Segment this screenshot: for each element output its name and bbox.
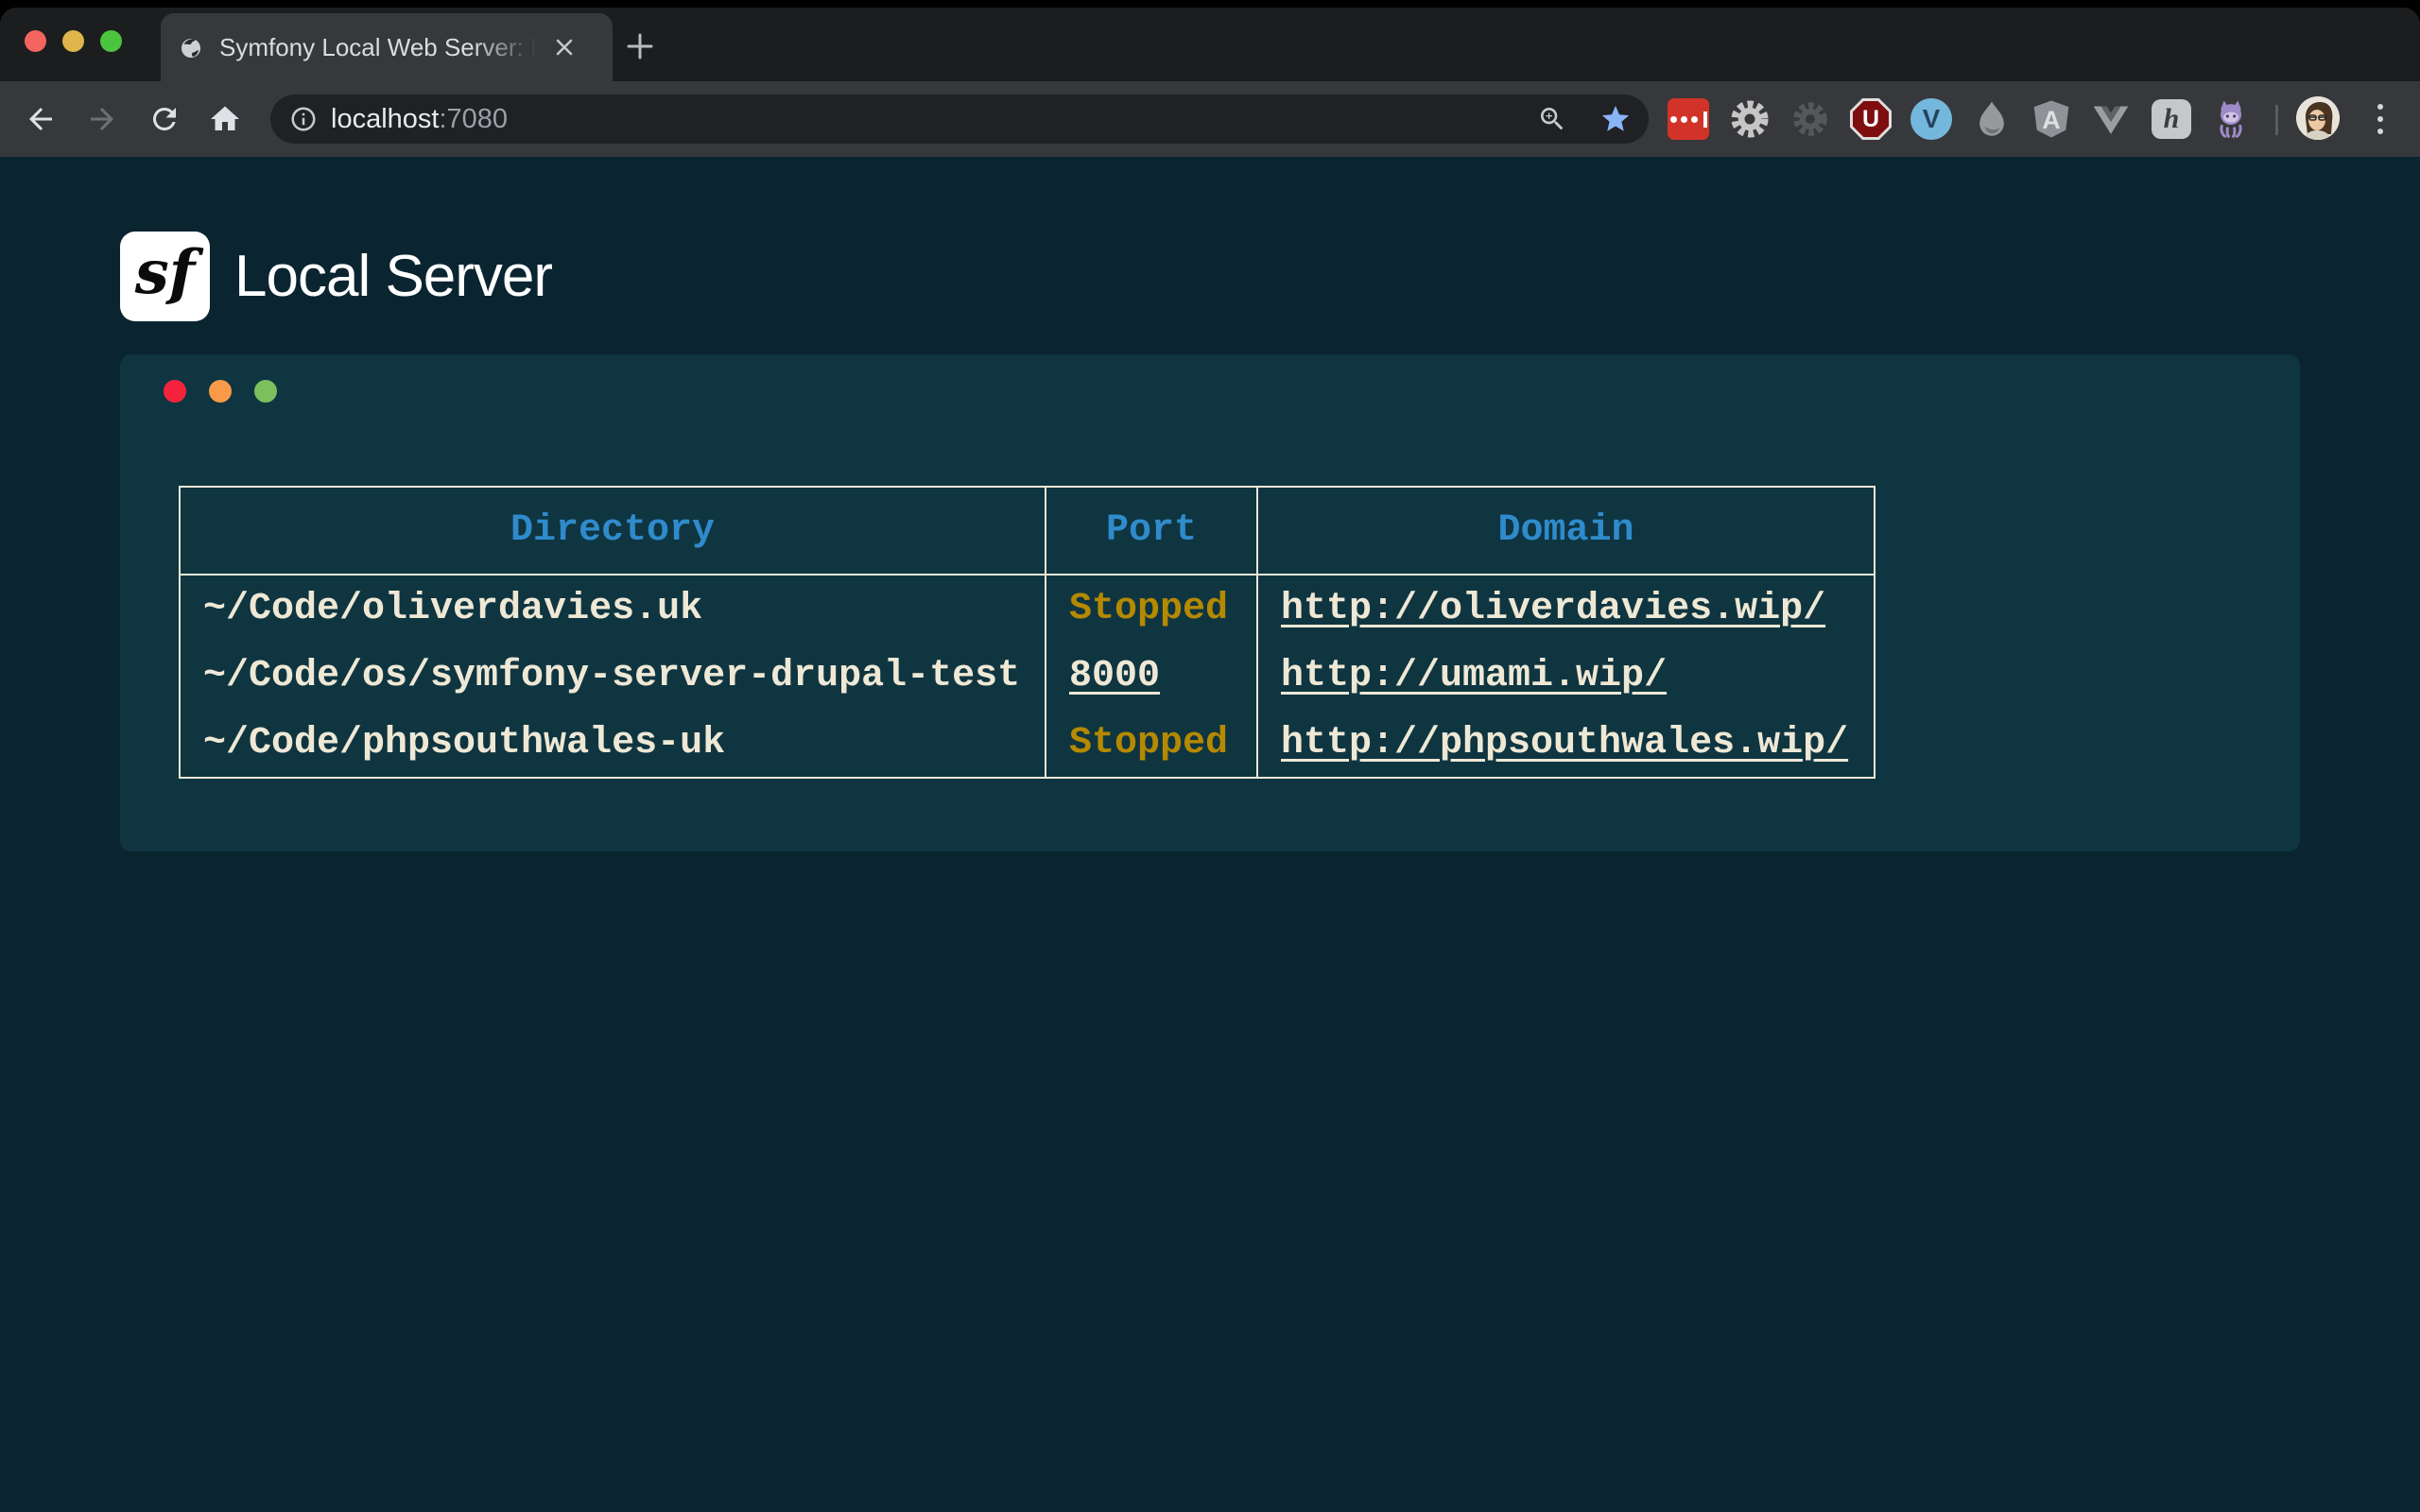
home-icon[interactable]	[208, 102, 242, 136]
url-host: localhost	[331, 104, 439, 134]
window-zoom-button[interactable]	[100, 30, 122, 52]
directory-cell: ~/Code/phpsouthwales-uk	[180, 710, 1046, 778]
domain-cell: http://phpsouthwales.wip/	[1257, 710, 1875, 778]
address-bar[interactable]: localhost:7080	[270, 94, 1649, 144]
browser-tab-active[interactable]: Symfony Local Web Server: Prox	[161, 13, 613, 81]
domain-link[interactable]: http://phpsouthwales.wip/	[1281, 722, 1848, 765]
symfony-logo: sf	[120, 232, 210, 321]
reload-icon[interactable]	[147, 102, 182, 136]
port-cell: Stopped	[1046, 710, 1257, 778]
vue-extension-icon[interactable]	[2088, 96, 2134, 142]
port-link[interactable]: 8000	[1069, 655, 1160, 697]
browser-menu-icon[interactable]	[2376, 98, 2385, 140]
domain-link[interactable]: http://oliverdavies.wip/	[1281, 588, 1825, 630]
port-cell: Stopped	[1046, 575, 1257, 643]
back-icon[interactable]	[24, 102, 58, 136]
terminal-card: Directory Port Domain ~/Code/oliverdavie…	[120, 354, 2300, 851]
forward-icon[interactable]	[85, 102, 119, 136]
domain-link[interactable]: http://umami.wip/	[1281, 655, 1667, 697]
window-close-button[interactable]	[25, 30, 46, 52]
gear-disabled-extension-icon[interactable]	[1788, 96, 1833, 142]
page-content: sf Local Server Directory Port Domain	[0, 157, 2420, 1512]
refined-github-octocat-icon[interactable]	[2208, 96, 2254, 142]
column-header-port: Port	[1046, 487, 1257, 575]
column-header-domain: Domain	[1257, 487, 1875, 575]
svg-text:A: A	[2042, 106, 2060, 134]
bookmark-star-icon[interactable]	[1599, 103, 1632, 135]
column-header-directory: Directory	[180, 487, 1046, 575]
ublock-origin-extension-icon[interactable]: U	[1848, 96, 1893, 142]
angular-extension-icon[interactable]: A	[2029, 96, 2074, 142]
new-tab-button[interactable]	[624, 30, 656, 62]
tab-title-fade	[473, 19, 553, 77]
terminal-green-light	[254, 380, 277, 403]
table-header-row: Directory Port Domain	[180, 487, 1875, 575]
gear-extension-icon[interactable]	[1727, 96, 1772, 142]
terminal-red-light	[164, 380, 186, 403]
domain-cell: http://oliverdavies.wip/	[1257, 575, 1875, 643]
site-info-icon[interactable]	[289, 105, 318, 133]
directory-cell: ~/Code/os/symfony-server-drupal-test	[180, 643, 1046, 710]
window-controls	[25, 30, 122, 52]
page-title: Local Server	[234, 243, 552, 310]
terminal-window-lights	[164, 380, 277, 403]
honey-extension-icon[interactable]: h	[2149, 96, 2194, 142]
url-port: :7080	[439, 104, 508, 134]
domain-cell: http://umami.wip/	[1257, 643, 1875, 710]
tab-close-icon[interactable]	[553, 36, 576, 59]
table-row: ~/Code/phpsouthwales-uk Stopped http://p…	[180, 710, 1875, 778]
lastpass-extension-icon[interactable]	[1666, 96, 1711, 142]
servers-table: Directory Port Domain ~/Code/oliverdavie…	[179, 486, 1876, 779]
vimium-extension-icon[interactable]: V	[1909, 96, 1954, 142]
status-stopped-label: Stopped	[1069, 722, 1228, 765]
table-row: ~/Code/os/symfony-server-drupal-test 800…	[180, 643, 1875, 710]
browser-window: Symfony Local Web Server: Prox	[0, 8, 2420, 1512]
status-stopped-label: Stopped	[1069, 588, 1228, 630]
globe-favicon-icon	[180, 37, 202, 60]
drupal-extension-icon[interactable]	[1969, 96, 2014, 142]
toolbar-separator	[2275, 105, 2278, 135]
browser-toolbar: localhost:7080	[0, 81, 2420, 157]
profile-avatar[interactable]	[2296, 96, 2340, 140]
directory-cell: ~/Code/oliverdavies.uk	[180, 575, 1046, 643]
url-text[interactable]: localhost:7080	[331, 94, 508, 144]
terminal-orange-light	[209, 380, 232, 403]
tab-strip: Symfony Local Web Server: Prox	[0, 8, 2420, 81]
port-cell: 8000	[1046, 643, 1257, 710]
table-row: ~/Code/oliverdavies.uk Stopped http://ol…	[180, 575, 1875, 643]
window-minimize-button[interactable]	[62, 30, 84, 52]
brand-header: sf Local Server	[120, 232, 552, 321]
zoom-in-icon[interactable]	[1537, 104, 1567, 134]
